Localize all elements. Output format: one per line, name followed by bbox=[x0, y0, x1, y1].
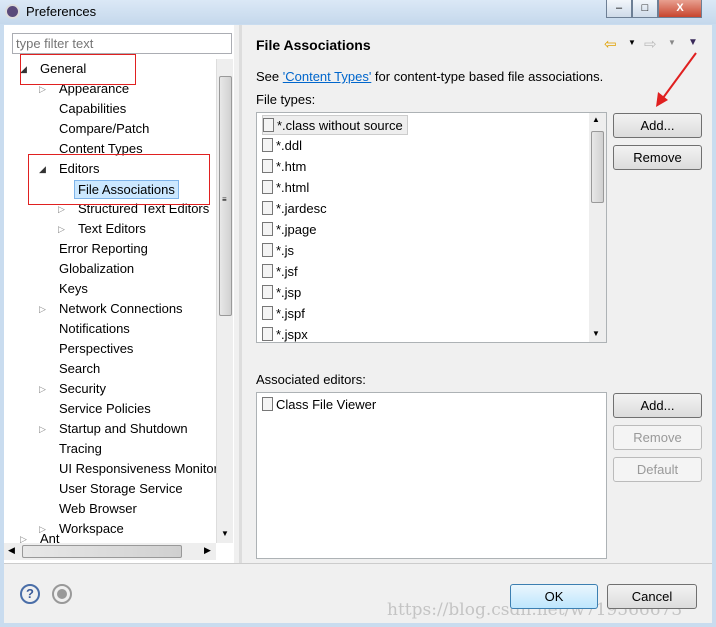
preference-tree-panel: ◢General▷AppearanceCapabilitiesCompare/P… bbox=[4, 25, 234, 563]
file-icon bbox=[262, 327, 273, 341]
file-types-scrollbar[interactable]: ▲ ▼ bbox=[589, 113, 606, 342]
file-type-label: *.jspx bbox=[276, 327, 308, 342]
collapsed-icon[interactable]: ▷ bbox=[20, 529, 27, 543]
forward-menu-icon[interactable]: ▼ bbox=[668, 38, 676, 47]
file-icon bbox=[263, 118, 274, 132]
file-type-label: *.ddl bbox=[276, 138, 303, 153]
file-type-item[interactable]: *.js bbox=[262, 241, 294, 261]
annotation-box-editors bbox=[28, 154, 210, 205]
remove-file-type-button[interactable]: Remove bbox=[613, 145, 702, 170]
title-bar: Preferences – □ X bbox=[0, 0, 716, 24]
back-menu-icon[interactable]: ▼ bbox=[628, 38, 636, 47]
help-icon[interactable]: ? bbox=[20, 584, 40, 604]
annotation-box-general bbox=[20, 54, 136, 85]
file-icon bbox=[262, 264, 273, 278]
file-type-item[interactable]: *.jsp bbox=[262, 283, 301, 303]
default-editor-button: Default bbox=[613, 457, 702, 482]
file-type-label: *.class without source bbox=[277, 118, 403, 133]
tree-item-label: Security bbox=[59, 381, 106, 396]
editor-item[interactable]: Class File Viewer bbox=[262, 395, 376, 415]
content-types-hint: See 'Content Types' for content-type bas… bbox=[256, 69, 604, 84]
file-icon bbox=[262, 306, 273, 320]
file-icon bbox=[262, 180, 273, 194]
tree-item-label: UI Responsiveness Monitor bbox=[59, 461, 216, 476]
file-icon bbox=[262, 159, 273, 173]
tree-item-label: Error Reporting bbox=[59, 241, 148, 256]
tree-item-label: Compare/Patch bbox=[59, 121, 150, 136]
file-type-label: *.html bbox=[276, 180, 310, 195]
window-title: Preferences bbox=[26, 4, 97, 19]
tree-item-label: Text Editors bbox=[78, 221, 146, 236]
view-menu-icon[interactable]: ▼ bbox=[688, 37, 698, 48]
dialog-footer: ? https://blog.csdn.net/w719566673 OK Ca… bbox=[4, 563, 712, 623]
add-file-type-button[interactable]: Add... bbox=[613, 113, 702, 138]
class-file-icon bbox=[262, 397, 273, 411]
maximize-button[interactable]: □ bbox=[632, 0, 658, 18]
cancel-button[interactable]: Cancel bbox=[607, 584, 697, 609]
file-type-label: *.js bbox=[276, 243, 295, 258]
file-icon bbox=[262, 243, 273, 257]
collapsed-icon[interactable]: ▷ bbox=[39, 379, 46, 399]
file-icon bbox=[262, 138, 273, 152]
tree-item-label: Service Policies bbox=[59, 401, 151, 416]
file-type-item[interactable]: *.jpage bbox=[262, 220, 316, 240]
tree-horizontal-scrollbar[interactable]: ◀ ▶ bbox=[4, 543, 216, 560]
tree-item-label: Perspectives bbox=[59, 341, 134, 356]
add-editor-button[interactable]: Add... bbox=[613, 393, 702, 418]
file-type-item[interactable]: *.jspf bbox=[262, 304, 305, 324]
tree-item-label: Workspace bbox=[59, 521, 124, 536]
import-export-icon[interactable] bbox=[52, 584, 72, 604]
tree-item-label: User Storage Service bbox=[59, 481, 183, 496]
file-types-label: File types: bbox=[256, 92, 316, 107]
minimize-button[interactable]: – bbox=[606, 0, 632, 18]
tree-item-label: Startup and Shutdown bbox=[59, 421, 188, 436]
file-type-item[interactable]: *.ddl bbox=[262, 136, 302, 156]
associated-editors-label: Associated editors: bbox=[256, 372, 366, 387]
page-title: File Associations bbox=[256, 37, 371, 53]
tree-item-label: Keys bbox=[59, 281, 88, 296]
editor-label: Class File Viewer bbox=[276, 397, 377, 412]
remove-editor-button: Remove bbox=[613, 425, 702, 450]
file-type-label: *.jsp bbox=[276, 285, 302, 300]
collapsed-icon[interactable]: ▷ bbox=[39, 419, 46, 439]
tree-item-label: Capabilities bbox=[59, 101, 127, 116]
filter-input[interactable] bbox=[12, 33, 232, 54]
close-button[interactable]: X bbox=[658, 0, 702, 18]
tree-item-label: Globalization bbox=[59, 261, 135, 276]
file-type-item[interactable]: *.htm bbox=[262, 157, 306, 177]
file-type-item[interactable]: *.class without source bbox=[262, 115, 408, 135]
eclipse-gear-icon bbox=[5, 4, 20, 19]
tree-item-label: Search bbox=[59, 361, 101, 376]
file-type-item[interactable]: *.jardesc bbox=[262, 199, 327, 219]
file-icon bbox=[262, 201, 273, 215]
collapsed-icon[interactable]: ▷ bbox=[58, 219, 65, 239]
back-icon[interactable]: ⇦ bbox=[604, 35, 617, 53]
ok-button[interactable]: OK bbox=[510, 584, 598, 609]
tree-item-label: Tracing bbox=[59, 441, 102, 456]
file-type-label: *.htm bbox=[276, 159, 307, 174]
associated-editors-list[interactable]: Class File Viewer bbox=[256, 392, 607, 559]
file-icon bbox=[262, 222, 273, 236]
file-type-label: *.jsf bbox=[276, 264, 298, 279]
tree-item-label: Notifications bbox=[59, 321, 130, 336]
annotation-arrow bbox=[656, 52, 697, 107]
file-type-label: *.jspf bbox=[276, 306, 305, 321]
file-type-item[interactable]: *.jspx bbox=[262, 325, 308, 342]
tree-item-label: Network Connections bbox=[59, 301, 183, 316]
dialog-body: ◢General▷AppearanceCapabilitiesCompare/P… bbox=[4, 25, 712, 623]
file-types-list[interactable]: ▲ ▼ *.class without source *.ddl *.htm *.ht… bbox=[256, 112, 607, 343]
tree-item-label: Web Browser bbox=[59, 501, 137, 516]
tree-vertical-scrollbar[interactable]: ≡ ▼ bbox=[216, 59, 233, 543]
file-associations-page: File Associations ⇦ ▼ ⇨ ▼ ▼ See 'Content… bbox=[242, 25, 712, 563]
collapsed-icon[interactable]: ▷ bbox=[39, 299, 46, 319]
file-type-label: *.jardesc bbox=[276, 201, 327, 216]
file-type-item[interactable]: *.jsf bbox=[262, 262, 298, 282]
file-type-label: *.jpage bbox=[276, 222, 317, 237]
file-type-item[interactable]: *.html bbox=[262, 178, 309, 198]
content-types-link[interactable]: 'Content Types' bbox=[283, 69, 372, 84]
file-icon bbox=[262, 285, 273, 299]
preference-tree: ◢ General ▷ Appearance Capabilities Compare/P… bbox=[4, 59, 216, 543]
tree-item-label: Ant bbox=[40, 531, 60, 543]
